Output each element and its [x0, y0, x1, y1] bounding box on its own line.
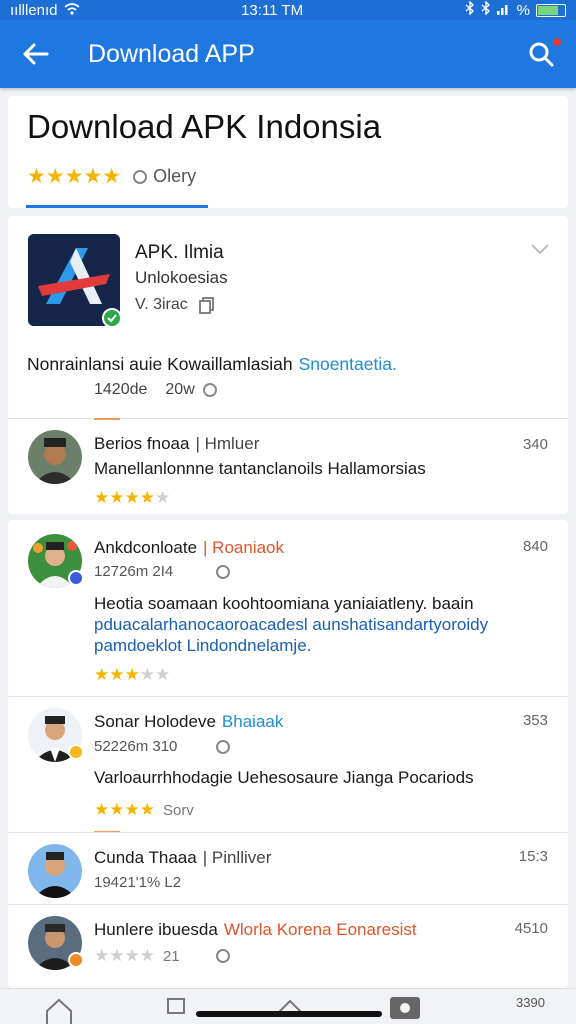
reviewer-name-text: Cunda Thaaa: [94, 848, 197, 867]
reviewer-name: Cunda Thaaa | Pinlliver: [94, 848, 271, 868]
review-extra: 21: [162, 948, 180, 965]
badge-icon: [68, 952, 84, 968]
circle-icon: [133, 169, 148, 184]
reviewer-tag: Wlorla Korena Eonaresist: [223, 920, 417, 939]
divider: [8, 904, 568, 905]
badge-icon: [68, 744, 84, 760]
notification-dot: [553, 38, 561, 46]
avatar: [28, 844, 82, 898]
app-developer: Unlokoesias: [135, 268, 228, 287]
corner-label: 3390: [516, 995, 545, 1010]
verified-badge-icon: [102, 308, 120, 326]
arrow-left-icon: [23, 43, 49, 65]
review-text-line: pduacalarhanocaoroacadesl aunshatisandar…: [94, 615, 489, 634]
home-icon[interactable]: [44, 997, 74, 1024]
review-stars: ★★★★ Sorv: [94, 800, 194, 819]
review-text-line: Heotia soamaan koohtoomiana yaniaiatleny…: [94, 594, 474, 613]
review-stars: ★★★★★: [94, 665, 171, 684]
copy-icon[interactable]: [198, 296, 216, 314]
bottom-nav: 3390: [0, 988, 576, 1024]
back-button[interactable]: [0, 20, 70, 88]
review-count: 15:3: [518, 848, 548, 865]
battery-icon: [535, 3, 566, 17]
review-stars: ★★★★★: [94, 488, 171, 507]
header-rating: ★★★★★ Olery: [27, 164, 196, 189]
rating-stars: ★★★★★: [27, 165, 122, 188]
review-count: 340: [522, 436, 548, 453]
filter-option[interactable]: Olery: [133, 166, 196, 187]
wifi-icon: [64, 2, 80, 19]
app-card: APK. Ilmia Unlokoesias V. 3irac Nonrainl…: [8, 216, 568, 514]
review-date: 19421'1% L2: [94, 874, 182, 891]
search-icon: [529, 42, 554, 67]
page-title: Download APK Indonsia: [27, 108, 382, 145]
app-meta: 1420de 20w: [94, 381, 217, 399]
review-text-line: pamdoeklot Lindondnelamje.: [94, 636, 312, 655]
avatar: [28, 430, 82, 484]
document-icon[interactable]: [166, 997, 186, 1015]
reviewer-name-text: Berios fnoaa: [94, 434, 190, 453]
reviewer-tag: | Roaniaok: [203, 538, 284, 557]
reviews-card: Ankdconloate | Roaniaok 840 12726m 2I4 He…: [8, 520, 568, 988]
percent-icon: %: [516, 1, 530, 19]
expand-button[interactable]: [530, 242, 550, 260]
bluetooth-icon-2: [481, 0, 491, 19]
reviewer-tag: | Pinlliver: [202, 848, 272, 867]
bluetooth-icon: [465, 0, 475, 19]
review-count: 840: [522, 538, 548, 555]
signal-icon: [496, 2, 511, 19]
filter-label: Olery: [153, 166, 197, 186]
review-text: Varloaurrhhodagie Uehesosaure Jianga Poc…: [94, 768, 474, 787]
reviewer-name: Ankdconloate | Roaniaok: [94, 538, 284, 558]
chevron-down-icon: [531, 244, 549, 255]
divider: [8, 696, 568, 697]
badge-icon: [68, 570, 84, 586]
reviewer-name: Sonar Holodeve Bhaiaak: [94, 712, 283, 732]
reviewer-name-text: Ankdconloate: [94, 538, 198, 557]
header-card: Download APK Indonsia ★★★★★ Olery: [8, 96, 568, 208]
app-version-label: V. 3irac: [135, 296, 188, 313]
app-bar: Download APP: [0, 20, 576, 88]
video-icon[interactable]: [390, 997, 420, 1019]
clock-icon: [216, 740, 230, 754]
app-bar-title: Download APP: [88, 39, 255, 68]
app-name: APK. Ilmia: [135, 242, 224, 263]
reviewer-tag: Bhaiaak: [221, 712, 284, 731]
review-text: Manellanlonnne tantanclanoils Hallamorsi…: [94, 459, 426, 478]
clock-icon: [216, 565, 230, 579]
app-size: 1420de: [94, 381, 148, 398]
review-date: 52226m 310: [94, 738, 178, 755]
review-count: 4510: [514, 920, 548, 937]
app-description-link[interactable]: Snoentaetia.: [299, 354, 397, 374]
home-indicator[interactable]: [196, 1011, 382, 1017]
search-button[interactable]: [506, 20, 576, 88]
status-bar: ıılllenıd 13:11 TM %: [0, 0, 576, 20]
clock: 13:11 TM: [241, 1, 304, 19]
app-version: V. 3irac: [135, 296, 216, 314]
reviewer-name: Hunlere ibuesda Wlorla Korena Eonaresist: [94, 920, 417, 940]
app-logo[interactable]: [28, 234, 120, 326]
review-stars: ★★★★ 21: [94, 946, 180, 965]
reviewer-name: Berios fnoaa | Hmluer: [94, 434, 259, 454]
app-downloads: 20w: [165, 381, 195, 398]
active-tab-indicator: [26, 205, 208, 208]
app-description: Nonrainlansi auie Kowaillamlasiah Snoenta…: [27, 354, 397, 375]
reviewer-name-text: Hunlere ibuesda: [94, 920, 218, 939]
carrier-label: ıılllenıd: [10, 1, 58, 19]
divider-accent: [94, 418, 120, 420]
divider: [8, 418, 568, 419]
reviewer-tag: | Hmluer: [195, 434, 260, 453]
app-description-text: Nonrainlansi auie Kowaillamlasiah: [27, 354, 293, 374]
reviewer-name-text: Sonar Holodeve: [94, 712, 216, 731]
review-extra: Sorv: [162, 802, 194, 819]
divider: [8, 832, 568, 833]
clock-icon: [216, 949, 230, 963]
review-date: 12726m 2I4: [94, 563, 174, 580]
clock-icon: [202, 383, 217, 397]
review-count: 353: [522, 712, 548, 729]
